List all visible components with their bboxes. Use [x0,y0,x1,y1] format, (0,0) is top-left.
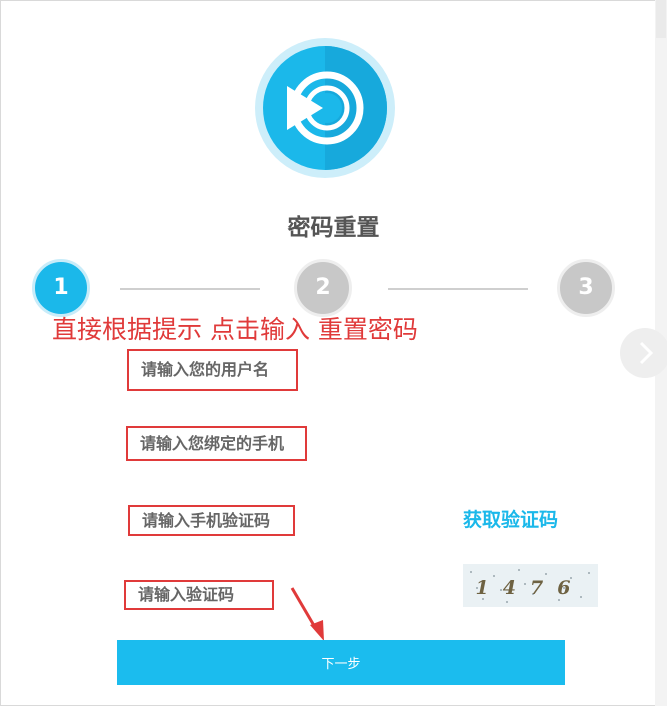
annotation-instruction: 直接根据提示 点击输入 重置密码 [52,315,418,344]
top-clipped-area [70,0,230,6]
step-2-indicator: 2 [294,259,352,317]
page-title: 密码重置 [287,215,380,241]
next-step-button[interactable]: 下一步 [117,640,565,685]
scrollbar-thumb[interactable] [656,0,666,38]
sms-code-field[interactable]: 请输入手机验证码 [128,505,295,536]
step-connector-2 [388,288,528,290]
captcha-image[interactable]: 1476 [463,564,598,607]
play-logo-icon [255,38,395,178]
step-1-indicator: 1 [32,259,90,317]
chevron-right-icon[interactable] [620,328,667,378]
get-code-button[interactable]: 获取验证码 [463,505,558,532]
captcha-text: 1476 [476,577,585,599]
red-arrow-icon [286,585,330,643]
username-field[interactable]: 请输入您的用户名 [127,349,298,391]
phone-field[interactable]: 请输入您绑定的手机 [126,426,307,461]
step-3-indicator: 3 [557,259,615,317]
step-connector-1 [120,288,260,290]
captcha-field[interactable]: 请输入验证码 [124,580,274,610]
